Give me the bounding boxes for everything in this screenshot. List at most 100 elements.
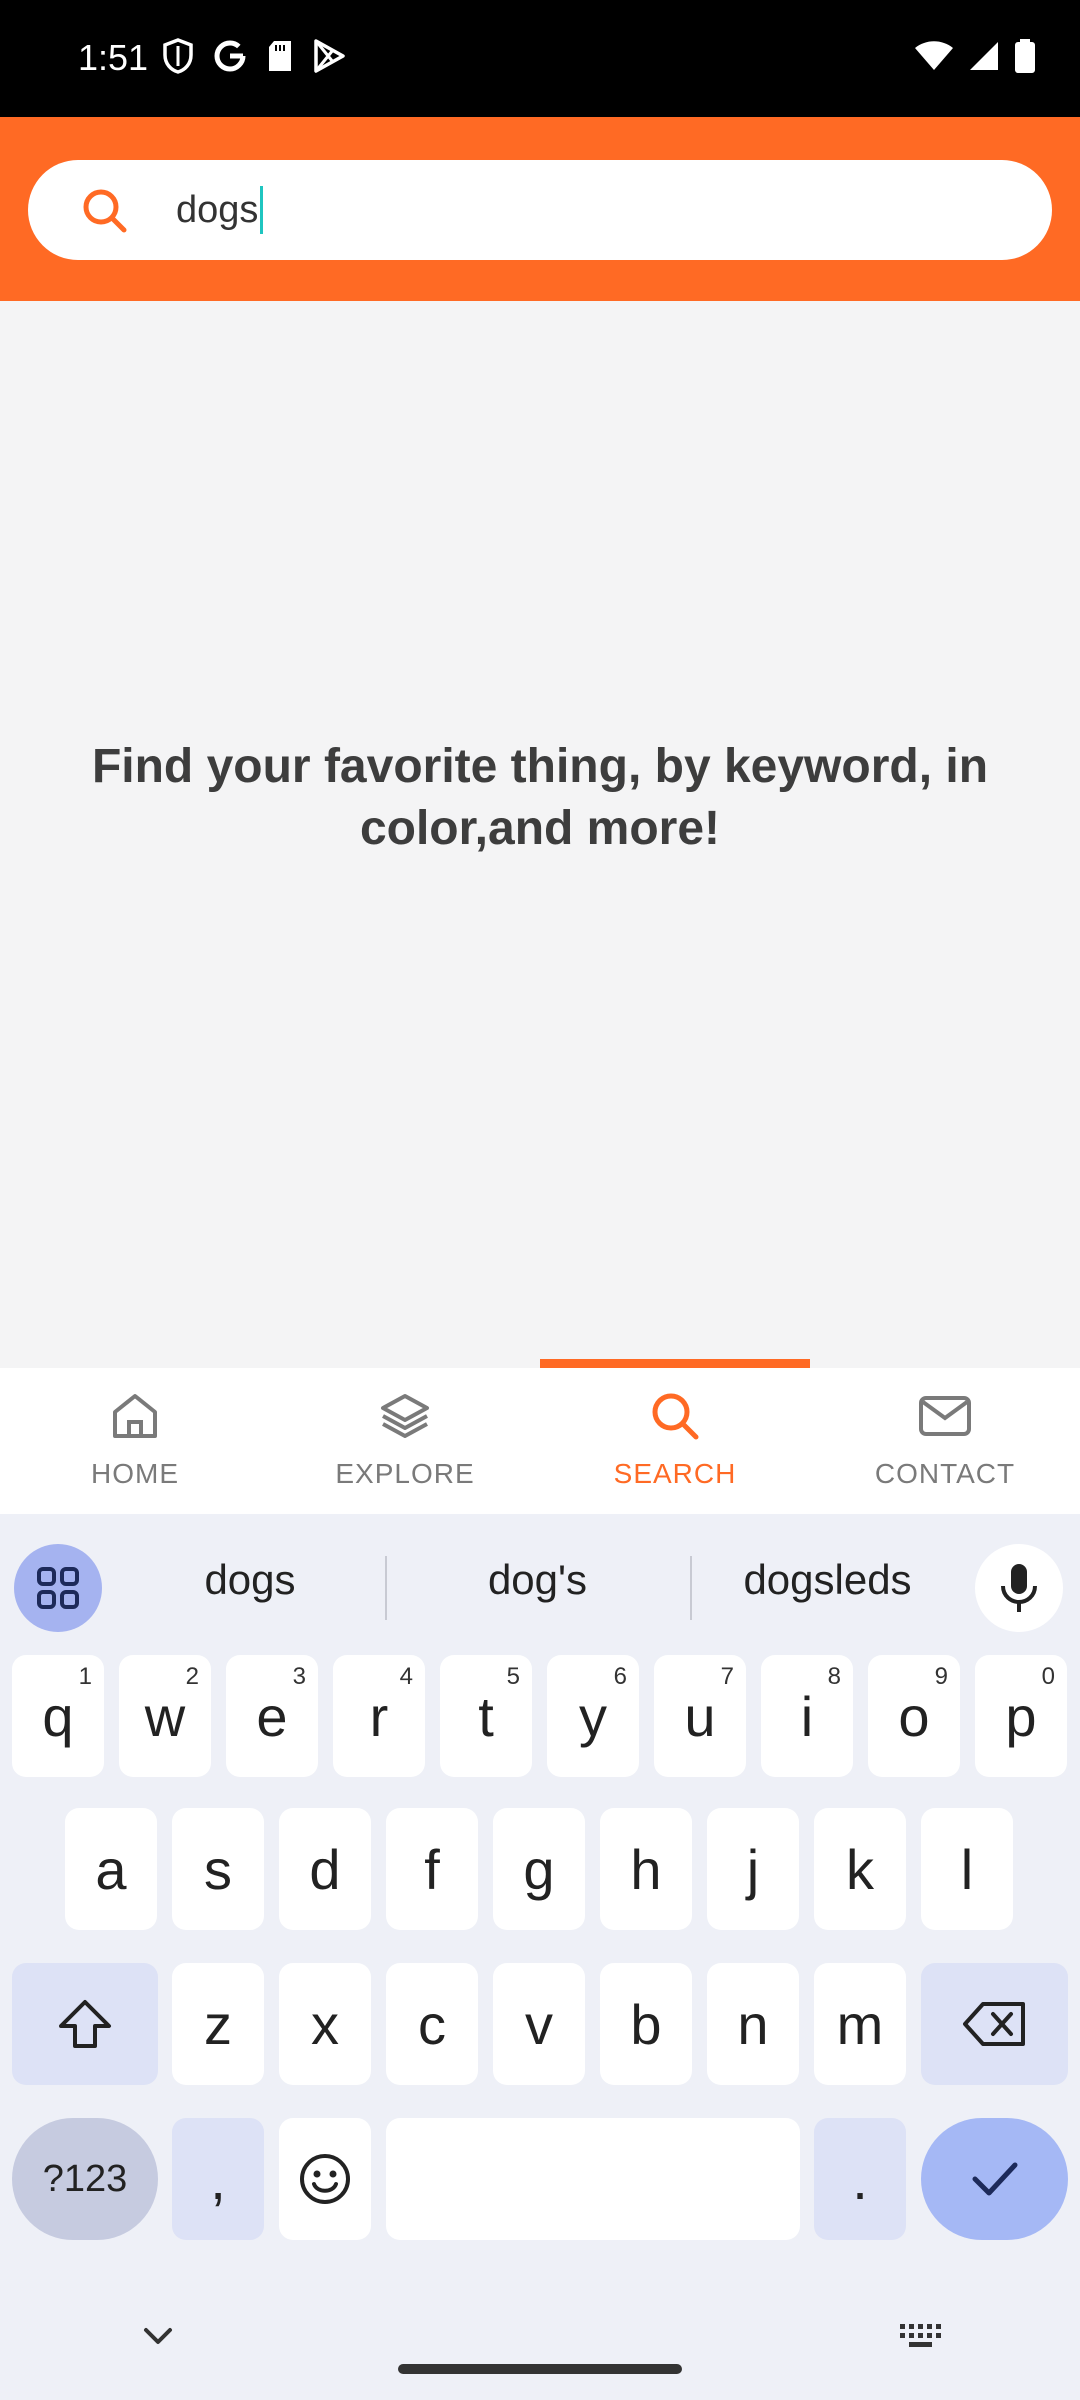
- key-u[interactable]: u7: [654, 1655, 746, 1777]
- key-e[interactable]: e3: [226, 1655, 318, 1777]
- key-label: y: [579, 1684, 607, 1748]
- suggestion-divider: [690, 1556, 692, 1620]
- key-j[interactable]: j: [707, 1808, 799, 1930]
- nav-contact[interactable]: CONTACT: [810, 1368, 1080, 1514]
- key-hint: 2: [185, 1663, 199, 1690]
- key-q[interactable]: q1: [12, 1655, 104, 1777]
- key-label: q: [42, 1684, 74, 1748]
- key-c[interactable]: c: [386, 1963, 478, 2085]
- key-h[interactable]: h: [600, 1808, 692, 1930]
- microphone-icon: [1001, 1564, 1037, 1612]
- enter-key[interactable]: [921, 2118, 1068, 2240]
- key-o[interactable]: o9: [868, 1655, 960, 1777]
- comma-key[interactable]: ,: [172, 2118, 264, 2240]
- nav-home[interactable]: HOME: [0, 1368, 270, 1514]
- wifi-icon: [915, 41, 953, 70]
- key-z[interactable]: z: [172, 1963, 264, 2085]
- key-hint: 9: [934, 1663, 948, 1690]
- key-v[interactable]: v: [493, 1963, 585, 2085]
- search-content: Find your favorite thing, by keyword, in…: [0, 301, 1080, 1367]
- status-notification-icons: [162, 38, 346, 74]
- period-key[interactable]: .: [814, 2118, 906, 2240]
- system-navigation-bar: [0, 2300, 1080, 2400]
- text-caret: [260, 186, 264, 234]
- emoji-icon: [300, 2154, 350, 2204]
- google-icon: [214, 40, 246, 72]
- key-n[interactable]: n: [707, 1963, 799, 2085]
- key-s[interactable]: s: [172, 1808, 264, 1930]
- key-label: e: [256, 1684, 288, 1748]
- search-bar[interactable]: dogs: [28, 160, 1052, 260]
- search-header: dogs: [0, 117, 1080, 301]
- key-hint: 6: [613, 1663, 627, 1690]
- search-input-value: dogs: [176, 188, 259, 231]
- space-key[interactable]: [386, 2118, 800, 2240]
- shield-icon: [163, 38, 193, 74]
- keyboard-switch-icon[interactable]: [898, 2322, 944, 2350]
- key-y[interactable]: y6: [547, 1655, 639, 1777]
- key-g[interactable]: g: [493, 1808, 585, 1930]
- bottom-navigation: HOME EXPLORE SEARCH CONTACT: [0, 1368, 1080, 1514]
- key-hint: 1: [78, 1663, 92, 1690]
- key-label: w: [144, 1684, 186, 1748]
- grid-icon: [37, 1567, 79, 1609]
- nav-home-label: HOME: [91, 1458, 179, 1489]
- key-label: i: [800, 1684, 814, 1748]
- key-m[interactable]: m: [814, 1963, 906, 2085]
- key-hint: 8: [827, 1663, 841, 1690]
- suggestion-3[interactable]: dogsleds: [705, 1556, 950, 1604]
- key-i[interactable]: i8: [761, 1655, 853, 1777]
- key-a[interactable]: a: [65, 1808, 157, 1930]
- home-gesture-bar[interactable]: [398, 2364, 682, 2374]
- key-label: p: [1005, 1684, 1037, 1748]
- chevron-down-icon[interactable]: [140, 2324, 176, 2348]
- suggestion-1[interactable]: dogs: [130, 1556, 370, 1604]
- key-hint: 5: [506, 1663, 520, 1690]
- symbols-key[interactable]: ?123: [12, 2118, 158, 2240]
- nav-search[interactable]: SEARCH: [540, 1368, 810, 1514]
- key-d[interactable]: d: [279, 1808, 371, 1930]
- suggestion-divider: [385, 1556, 387, 1620]
- keyboard-menu-button[interactable]: [14, 1544, 102, 1632]
- nav-explore[interactable]: EXPLORE: [270, 1368, 540, 1514]
- emoji-key[interactable]: [279, 2118, 371, 2240]
- key-t[interactable]: t5: [440, 1655, 532, 1777]
- key-x[interactable]: x: [279, 1963, 371, 2085]
- key-label: o: [898, 1684, 930, 1748]
- play-store-icon: [314, 39, 345, 73]
- status-bar: 1:51: [0, 0, 1080, 117]
- key-hint: 0: [1041, 1663, 1055, 1690]
- key-hint: 7: [720, 1663, 734, 1690]
- shift-key[interactable]: [12, 1963, 158, 2085]
- backspace-icon: [962, 2002, 1025, 2046]
- key-b[interactable]: b: [600, 1963, 692, 2085]
- key-f[interactable]: f: [386, 1808, 478, 1930]
- status-time: 1:51: [78, 37, 149, 78]
- search-icon: [652, 1393, 699, 1440]
- suggestion-2[interactable]: dog's: [400, 1556, 675, 1604]
- key-l[interactable]: l: [921, 1808, 1013, 1930]
- key-p[interactable]: p0: [975, 1655, 1067, 1777]
- layers-icon: [381, 1394, 429, 1438]
- search-icon: [83, 189, 127, 233]
- search-input[interactable]: dogs: [176, 184, 264, 236]
- key-w[interactable]: w2: [119, 1655, 211, 1777]
- key-hint: 3: [292, 1663, 306, 1690]
- shift-arrow-icon: [59, 2000, 111, 2048]
- backspace-key[interactable]: [921, 1963, 1068, 2085]
- checkmark-icon: [972, 2162, 1017, 2196]
- key-k[interactable]: k: [814, 1808, 906, 1930]
- nav-contact-label: CONTACT: [874, 1458, 1016, 1489]
- key-r[interactable]: r4: [333, 1655, 425, 1777]
- key-label: t: [478, 1684, 494, 1748]
- suggestion-strip: dogs dog's dogsleds: [0, 1528, 1080, 1646]
- mail-icon: [919, 1396, 971, 1436]
- search-hint-text: Find your favorite thing, by keyword, in…: [91, 740, 989, 855]
- key-label: u: [684, 1684, 716, 1748]
- signal-icon: [970, 42, 998, 70]
- home-icon: [113, 1394, 157, 1438]
- nav-explore-label: EXPLORE: [335, 1458, 475, 1489]
- key-label: r: [369, 1684, 389, 1748]
- voice-input-button[interactable]: [975, 1544, 1063, 1632]
- status-system-icons: [914, 38, 1036, 74]
